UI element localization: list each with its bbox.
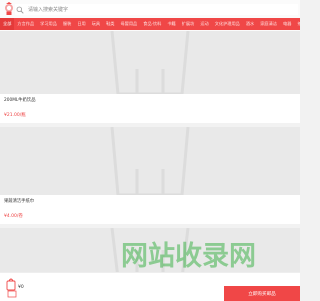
- product-image-placeholder: [0, 228, 300, 278]
- product-price: ¥4.00/卷: [4, 214, 23, 219]
- category-tab[interactable]: 扩展坊: [179, 18, 198, 30]
- placeholder-bag-icon: [110, 31, 190, 94]
- category-tab[interactable]: 食品·饮料: [140, 18, 164, 30]
- category-tab[interactable]: 母婴用品: [117, 18, 140, 30]
- product-name: 果蔬清洁手纸巾: [4, 199, 35, 204]
- product-card-3[interactable]: [0, 228, 300, 278]
- search-input[interactable]: [24, 4, 268, 15]
- category-tab[interactable]: 服装: [60, 18, 74, 30]
- placeholder-bag-icon: [110, 228, 190, 278]
- search-icon: [16, 6, 24, 14]
- bag-icon[interactable]: [6, 277, 16, 291]
- category-tab[interactable]: 全部: [0, 18, 15, 30]
- cart-total: ¥0: [18, 285, 24, 290]
- category-tab[interactable]: 家庭清洁: [257, 18, 280, 30]
- product-list: 200ML牛奶饮品 ¥21.00/瓶 果蔬清洁手纸巾 ¥4.00/卷: [0, 31, 300, 278]
- product-price: ¥21.00/瓶: [4, 113, 26, 118]
- category-tab[interactable]: 日用: [74, 18, 88, 30]
- product-image-placeholder: [0, 31, 300, 94]
- product-image-placeholder: [0, 127, 300, 195]
- product-card-2[interactable]: 果蔬清洁手纸巾 ¥4.00/卷: [0, 127, 300, 224]
- category-tab[interactable]: 电器: [280, 18, 294, 30]
- category-tab[interactable]: 方言作品: [14, 18, 37, 30]
- category-tab[interactable]: 学习用品: [37, 18, 60, 30]
- category-tab[interactable]: 运动: [197, 18, 211, 30]
- product-name: 200ML牛奶饮品: [4, 98, 36, 103]
- search-box[interactable]: [15, 4, 298, 15]
- category-tab[interactable]: 鞋类: [103, 18, 117, 30]
- category-tab[interactable]: 书籍: [164, 18, 178, 30]
- logo-icon: [5, 2, 13, 15]
- bottom-bar: ¥0 立即购买邮品: [0, 272, 300, 301]
- buy-button[interactable]: 立即购买邮品: [224, 286, 300, 301]
- category-nav: 全部 方言作品 学习用品 服装 日用 玩具 鞋类 母婴用品 食品·饮料 书籍 扩展坊 运动 文化护理用品…: [0, 18, 300, 30]
- cart-count-icon: [7, 290, 17, 298]
- category-tab[interactable]: 玩具: [89, 18, 103, 30]
- header: 全部方言作品学习用品服装日用玩具鞋类母婴用品食品·饮料书籍扩展坊运动文化护理用品…: [0, 0, 300, 31]
- category-tab[interactable]: 酒水: [243, 18, 257, 30]
- placeholder-bag-icon: [110, 127, 190, 195]
- product-card-1[interactable]: 200ML牛奶饮品 ¥21.00/瓶: [0, 31, 300, 123]
- category-tab[interactable]: 文化护理用品: [212, 18, 243, 30]
- category-tab[interactable]: 茶叶: [294, 18, 300, 30]
